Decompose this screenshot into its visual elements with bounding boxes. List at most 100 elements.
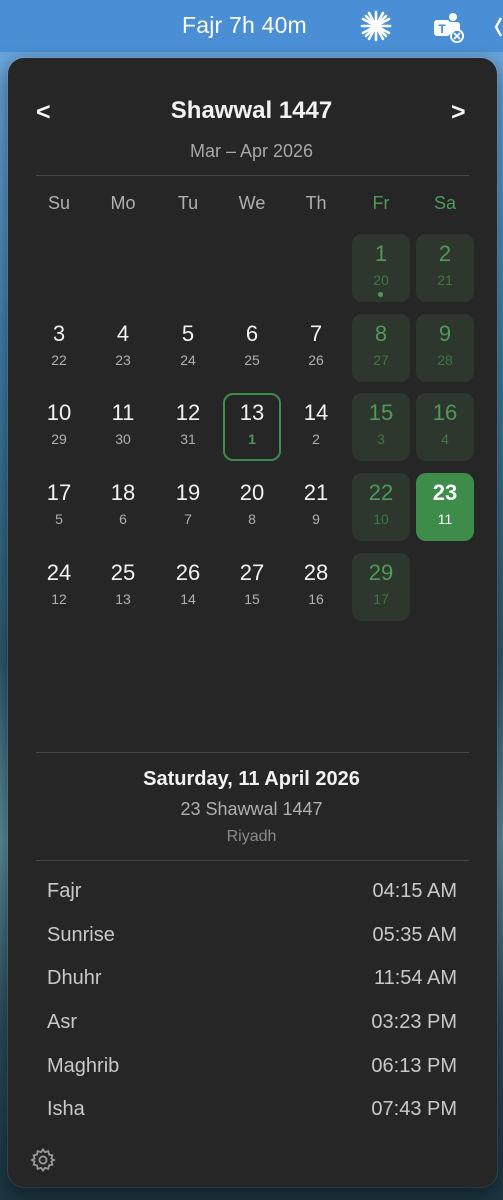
- day-cell[interactable]: 10 29: [30, 393, 88, 461]
- day-cell[interactable]: 12 31: [159, 393, 217, 461]
- prayer-time: 06:13 PM: [371, 1055, 457, 1077]
- hijri-day-number: 2: [438, 241, 452, 266]
- day-cell[interactable]: 26 14: [159, 553, 217, 621]
- day-cell[interactable]: 5 24: [159, 314, 217, 382]
- day-cell[interactable]: 3 22: [30, 314, 88, 382]
- hijri-day-number: 13: [239, 400, 265, 425]
- day-cell-today[interactable]: 13 1: [223, 393, 281, 461]
- day-cell[interactable]: 19 7: [159, 473, 217, 541]
- overflow-icon[interactable]: [493, 14, 503, 40]
- gregorian-day-number: 9: [312, 511, 320, 527]
- hijri-day-number: 27: [239, 560, 265, 585]
- teams-icon[interactable]: T: [432, 10, 466, 44]
- gregorian-day-number: 13: [115, 591, 131, 607]
- gregorian-day-number: 10: [373, 511, 389, 527]
- hijri-day-number: 21: [303, 480, 329, 505]
- divider: [36, 860, 469, 861]
- hijri-day-number: 23: [432, 480, 458, 505]
- gregorian-day-number: 4: [441, 431, 449, 447]
- menubar-prayer-countdown[interactable]: Fajr 7h 40m: [182, 12, 307, 39]
- prayer-time: 03:23 PM: [371, 1011, 457, 1033]
- weekday-label: Sa: [433, 193, 457, 213]
- hijri-day-number: 25: [110, 560, 136, 585]
- hijri-day-number: 1: [374, 241, 388, 266]
- day-cell[interactable]: 29 17: [352, 553, 410, 621]
- weekday-label: Mo: [110, 193, 136, 213]
- gear-icon[interactable]: [30, 1147, 56, 1173]
- hijri-day-number: 4: [116, 321, 130, 346]
- gregorian-day-number: 12: [51, 591, 67, 607]
- hijri-day-number: 22: [368, 480, 394, 505]
- gregorian-day-number: 26: [308, 352, 324, 368]
- prayer-name: Dhuhr: [47, 967, 102, 989]
- gregorian-day-number: 30: [115, 431, 131, 447]
- hijri-day-number: 15: [368, 400, 394, 425]
- day-cell[interactable]: 21 9: [287, 473, 345, 541]
- gregorian-day-number: 11: [437, 511, 453, 527]
- month-title: Shawwal 1447: [170, 97, 333, 124]
- day-cell[interactable]: 9 28: [416, 314, 474, 382]
- divider: [36, 752, 469, 753]
- gregorian-day-number: 14: [180, 591, 196, 607]
- next-month-button[interactable]: >: [451, 98, 466, 127]
- gregorian-day-number: 24: [180, 352, 196, 368]
- day-cell[interactable]: 1 20: [352, 234, 410, 302]
- gregorian-day-number: 16: [308, 591, 324, 607]
- gregorian-day-number: 1: [248, 431, 256, 447]
- day-cell[interactable]: 14 2: [287, 393, 345, 461]
- day-cell[interactable]: 27 15: [223, 553, 281, 621]
- weekday-label: Fr: [372, 193, 390, 213]
- gregorian-day-number: 7: [184, 511, 192, 527]
- day-cell[interactable]: 2 21: [416, 234, 474, 302]
- day-cell[interactable]: 24 12: [30, 553, 88, 621]
- gregorian-day-number: 22: [51, 352, 67, 368]
- gregorian-day-number: 20: [373, 272, 389, 288]
- prayer-time: 04:15 AM: [372, 880, 457, 902]
- hijri-day-number: 8: [374, 321, 388, 346]
- gregorian-day-number: 2: [312, 431, 320, 447]
- gregorian-day-number: 31: [180, 431, 196, 447]
- day-cell[interactable]: 20 8: [223, 473, 281, 541]
- hijri-day-number: 7: [309, 321, 323, 346]
- day-cell[interactable]: 8 27: [352, 314, 410, 382]
- day-cell[interactable]: 16 4: [416, 393, 474, 461]
- hijri-day-number: 6: [245, 321, 259, 346]
- hijri-day-number: 18: [110, 480, 136, 505]
- day-cell[interactable]: 6 25: [223, 314, 281, 382]
- gregorian-day-number: 21: [437, 272, 453, 288]
- gregorian-day-number: 29: [51, 431, 67, 447]
- day-cell[interactable]: 15 3: [352, 393, 410, 461]
- day-cell-selected[interactable]: 23 11: [416, 473, 474, 541]
- day-cell[interactable]: 18 6: [94, 473, 152, 541]
- svg-text:T: T: [438, 22, 446, 36]
- day-cell[interactable]: 17 5: [30, 473, 88, 541]
- day-cell[interactable]: 7 26: [287, 314, 345, 382]
- day-cell[interactable]: 11 30: [94, 393, 152, 461]
- gregorian-range: Mar – Apr 2026: [189, 141, 314, 161]
- hijri-day-number: 17: [46, 480, 72, 505]
- day-cell[interactable]: 4 23: [94, 314, 152, 382]
- day-cell[interactable]: 25 13: [94, 553, 152, 621]
- weekday-label: Th: [305, 193, 327, 213]
- prayer-time: 05:35 AM: [372, 924, 457, 946]
- gregorian-day-number: 15: [244, 591, 260, 607]
- weekday-label: Su: [47, 193, 71, 213]
- day-cell[interactable]: 28 16: [287, 553, 345, 621]
- divider: [36, 175, 469, 176]
- hijri-day-number: 28: [303, 560, 329, 585]
- gregorian-day-number: 8: [248, 511, 256, 527]
- day-cell[interactable]: 22 10: [352, 473, 410, 541]
- hijri-day-number: 9: [438, 321, 452, 346]
- hijri-day-number: 11: [111, 400, 135, 425]
- gregorian-day-number: 25: [244, 352, 260, 368]
- gregorian-day-number: 27: [373, 352, 389, 368]
- hijri-day-number: 5: [181, 321, 195, 346]
- prayer-name: Asr: [47, 1011, 77, 1033]
- weekday-label: We: [238, 193, 266, 213]
- hijri-day-number: 14: [303, 400, 329, 425]
- gregorian-day-number: 5: [55, 511, 63, 527]
- sparkle-icon[interactable]: [360, 10, 392, 42]
- hijri-day-number: 10: [46, 400, 72, 425]
- hijri-day-number: 3: [52, 321, 66, 346]
- gregorian-day-number: 3: [377, 431, 385, 447]
